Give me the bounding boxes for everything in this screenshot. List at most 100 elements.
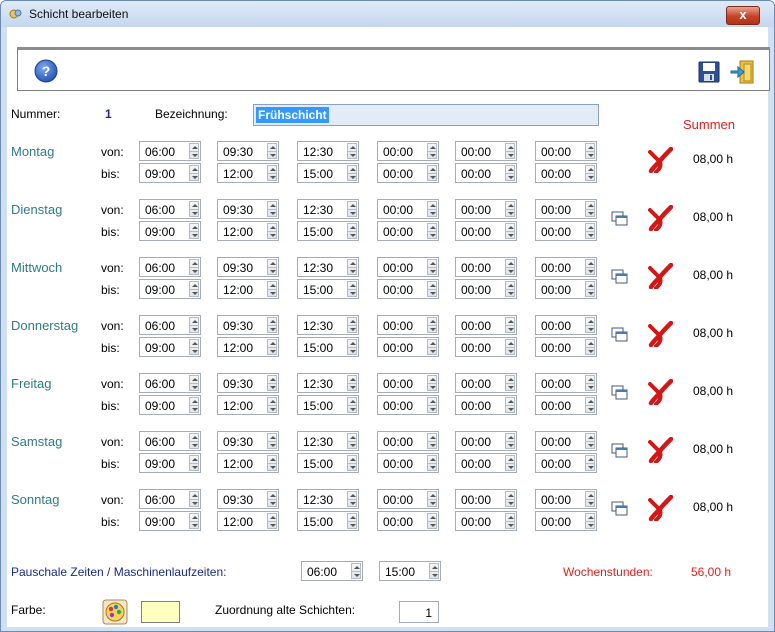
spin-up-icon[interactable] — [350, 400, 356, 403]
bis-time-field[interactable]: 12:00 — [217, 511, 279, 531]
spin-buttons[interactable] — [427, 223, 437, 239]
bis-time-field[interactable]: 09:00 — [139, 163, 201, 183]
spin-down-icon[interactable] — [354, 574, 360, 577]
spin-buttons[interactable] — [189, 433, 199, 449]
von-time-field[interactable]: 12:30 — [297, 489, 359, 509]
spin-buttons[interactable] — [347, 455, 357, 471]
spin-buttons[interactable] — [427, 317, 437, 333]
von-time-field[interactable]: 12:30 — [297, 431, 359, 451]
spin-down-icon[interactable] — [270, 408, 276, 411]
spin-down-icon[interactable] — [508, 502, 514, 505]
von-time-field[interactable]: 00:00 — [377, 489, 439, 509]
spin-up-icon[interactable] — [588, 284, 594, 287]
spin-down-icon[interactable] — [350, 292, 356, 295]
bis-time-field[interactable]: 12:00 — [217, 453, 279, 473]
spin-buttons[interactable] — [189, 375, 199, 391]
spin-up-icon[interactable] — [192, 204, 198, 207]
spin-up-icon[interactable] — [508, 146, 514, 149]
bis-time-field[interactable]: 09:00 — [139, 511, 201, 531]
spin-down-icon[interactable] — [192, 328, 198, 331]
spin-up-icon[interactable] — [588, 342, 594, 345]
spin-buttons[interactable] — [267, 397, 277, 413]
spin-buttons[interactable] — [427, 143, 437, 159]
spin-buttons[interactable] — [585, 433, 595, 449]
spin-down-icon[interactable] — [270, 466, 276, 469]
spin-up-icon[interactable] — [588, 436, 594, 439]
spin-up-icon[interactable] — [192, 320, 198, 323]
von-time-field[interactable]: 12:30 — [297, 257, 359, 277]
spin-buttons[interactable] — [585, 491, 595, 507]
spin-buttons[interactable] — [267, 223, 277, 239]
spin-down-icon[interactable] — [350, 444, 356, 447]
spin-buttons[interactable] — [347, 339, 357, 355]
von-time-field[interactable]: 09:30 — [217, 199, 279, 219]
spin-up-icon[interactable] — [350, 516, 356, 519]
spin-down-icon[interactable] — [192, 524, 198, 527]
spin-up-icon[interactable] — [430, 516, 436, 519]
spin-buttons[interactable] — [267, 433, 277, 449]
spin-up-icon[interactable] — [192, 168, 198, 171]
von-time-field[interactable]: 00:00 — [455, 257, 517, 277]
spin-buttons[interactable] — [189, 339, 199, 355]
von-time-field[interactable]: 00:00 — [535, 489, 597, 509]
spin-down-icon[interactable] — [588, 466, 594, 469]
spin-down-icon[interactable] — [430, 176, 436, 179]
spin-down-icon[interactable] — [430, 350, 436, 353]
bis-time-field[interactable]: 09:00 — [139, 453, 201, 473]
von-time-field[interactable]: 00:00 — [377, 257, 439, 277]
spin-up-icon[interactable] — [508, 378, 514, 381]
spin-down-icon[interactable] — [350, 154, 356, 157]
spin-up-icon[interactable] — [508, 284, 514, 287]
spin-buttons[interactable] — [347, 259, 357, 275]
spin-down-icon[interactable] — [350, 502, 356, 505]
spin-buttons[interactable] — [585, 397, 595, 413]
spin-up-icon[interactable] — [350, 436, 356, 439]
spin-down-icon[interactable] — [350, 350, 356, 353]
spin-down-icon[interactable] — [432, 574, 438, 577]
bis-time-field[interactable]: 12:00 — [217, 221, 279, 241]
delete-icon[interactable] — [647, 205, 673, 231]
bis-time-field[interactable]: 00:00 — [377, 221, 439, 241]
spin-down-icon[interactable] — [430, 154, 436, 157]
copy-icon[interactable] — [611, 269, 629, 285]
von-time-field[interactable]: 09:30 — [217, 257, 279, 277]
color-palette-icon[interactable] — [102, 599, 128, 625]
spin-buttons[interactable] — [585, 165, 595, 181]
spin-up-icon[interactable] — [354, 566, 360, 569]
spin-up-icon[interactable] — [270, 458, 276, 461]
bis-time-field[interactable]: 00:00 — [455, 337, 517, 357]
spin-buttons[interactable] — [267, 375, 277, 391]
spin-up-icon[interactable] — [508, 516, 514, 519]
bis-time-field[interactable]: 00:00 — [377, 511, 439, 531]
spin-buttons[interactable] — [267, 491, 277, 507]
bis-time-field[interactable]: 15:00 — [297, 337, 359, 357]
spin-down-icon[interactable] — [588, 270, 594, 273]
von-time-field[interactable]: 00:00 — [535, 315, 597, 335]
spin-up-icon[interactable] — [350, 204, 356, 207]
spin-down-icon[interactable] — [430, 386, 436, 389]
von-time-field[interactable]: 00:00 — [455, 141, 517, 161]
spin-down-icon[interactable] — [508, 270, 514, 273]
spin-up-icon[interactable] — [508, 168, 514, 171]
spin-buttons[interactable] — [427, 375, 437, 391]
spin-down-icon[interactable] — [430, 212, 436, 215]
spin-up-icon[interactable] — [270, 516, 276, 519]
spin-up-icon[interactable] — [430, 494, 436, 497]
spin-down-icon[interactable] — [192, 350, 198, 353]
spin-down-icon[interactable] — [430, 328, 436, 331]
spin-up-icon[interactable] — [508, 262, 514, 265]
spin-down-icon[interactable] — [430, 502, 436, 505]
bis-time-field[interactable]: 00:00 — [535, 395, 597, 415]
bis-time-field[interactable]: 00:00 — [535, 337, 597, 357]
spin-buttons[interactable] — [427, 281, 437, 297]
spin-down-icon[interactable] — [588, 212, 594, 215]
von-time-field[interactable]: 09:30 — [217, 431, 279, 451]
bis-time-field[interactable]: 12:00 — [217, 279, 279, 299]
spin-down-icon[interactable] — [270, 328, 276, 331]
spin-buttons[interactable] — [189, 513, 199, 529]
spin-up-icon[interactable] — [430, 400, 436, 403]
spin-buttons[interactable] — [347, 201, 357, 217]
spin-buttons[interactable] — [505, 339, 515, 355]
spin-down-icon[interactable] — [508, 212, 514, 215]
spin-buttons[interactable] — [267, 259, 277, 275]
